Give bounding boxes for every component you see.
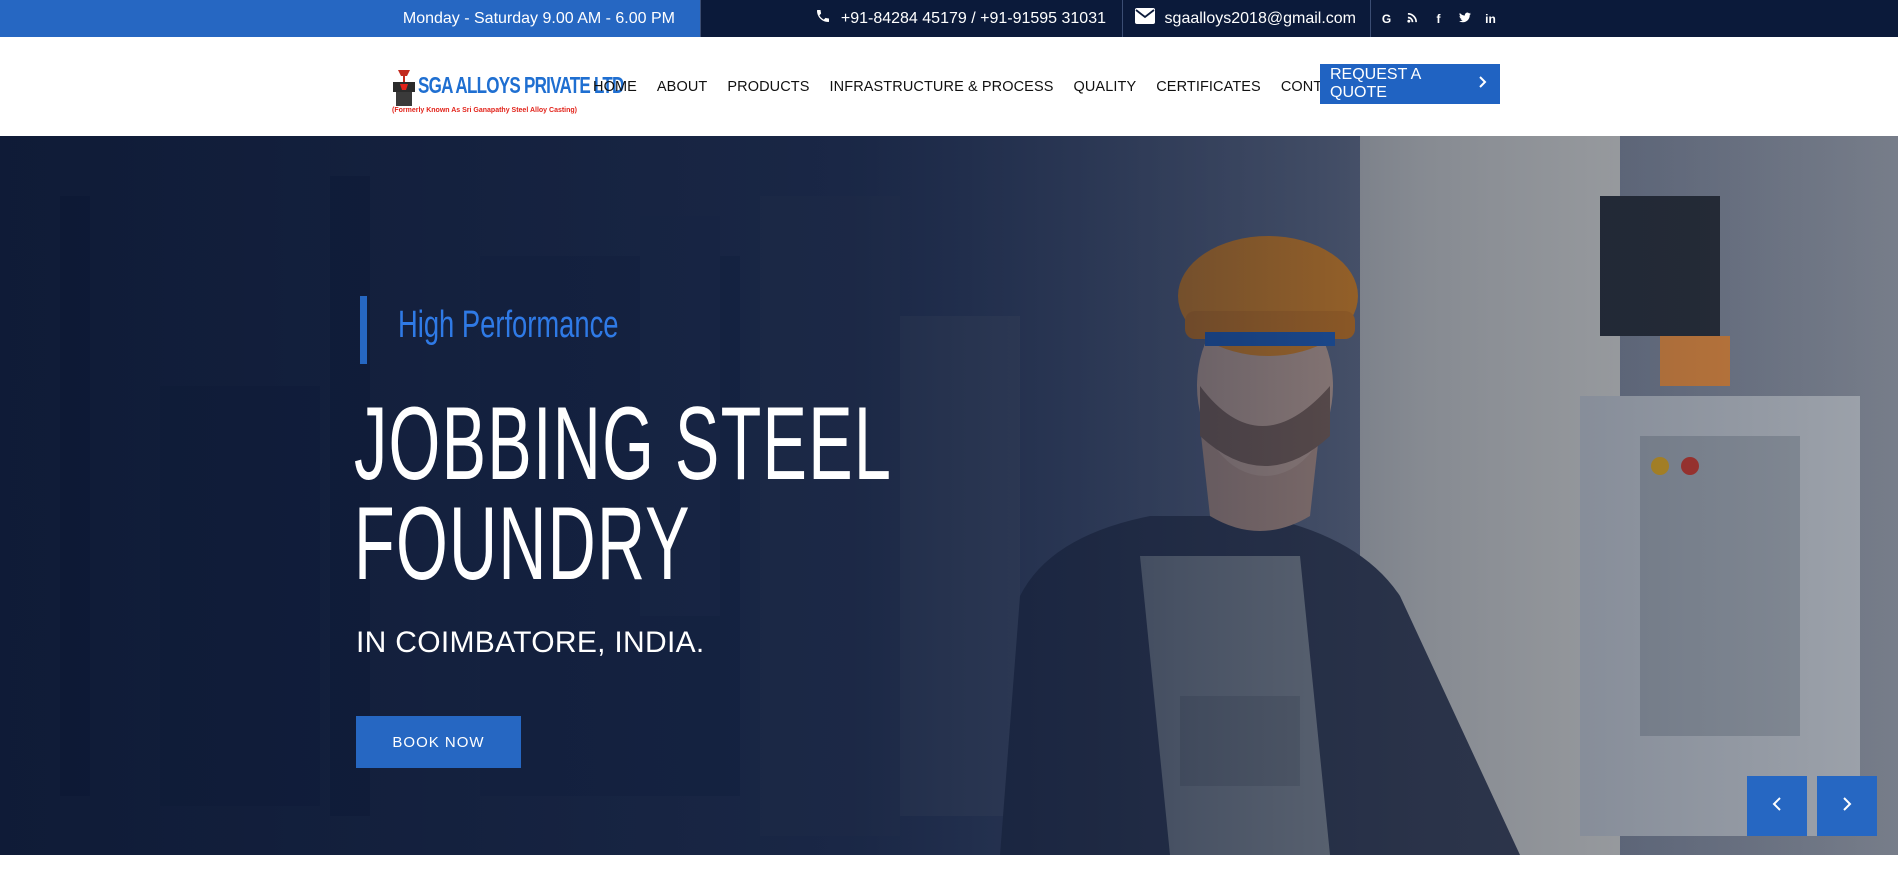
hero-subline: IN COIMBATORE, INDIA. — [356, 626, 705, 659]
book-now-label: BOOK NOW — [392, 733, 485, 751]
book-now-button[interactable]: BOOK NOW — [356, 716, 521, 768]
nav-home[interactable]: HOME — [583, 79, 647, 95]
main-nav: HOME ABOUT PRODUCTS INFRASTRUCTURE & PRO… — [583, 37, 1385, 136]
kicker-accent-bar — [360, 296, 367, 364]
company-logo[interactable]: SGA ALLOYS PRIVATE LTD (Formerly Known A… — [390, 64, 624, 119]
mail-icon — [1134, 8, 1155, 29]
social-links: G f in — [1370, 0, 1506, 37]
email-address[interactable]: sgaalloys2018@gmail.com — [1165, 10, 1356, 28]
hero-slider: High Performance JOBBING STEEL FOUNDRY I… — [0, 136, 1898, 855]
facebook-icon[interactable]: f — [1432, 12, 1446, 26]
nav-quality[interactable]: QUALITY — [1063, 79, 1146, 95]
phone-contact[interactable]: +91-84284 45179 / +91-91595 31031 — [700, 0, 1122, 37]
rss-icon[interactable] — [1406, 12, 1420, 26]
logo-subtitle: (Formerly Known As Sri Ganapathy Steel A… — [392, 107, 578, 114]
hero-overlay — [0, 136, 1898, 855]
hero-headline-line2: FOUNDRY — [354, 486, 691, 602]
nav-certificates[interactable]: CERTIFICATES — [1146, 79, 1271, 95]
chevron-right-icon — [1478, 75, 1488, 94]
hero-kicker: High Performance — [398, 304, 619, 346]
page-bottom-strip — [0, 855, 1898, 889]
hero-headline: JOBBING STEEL FOUNDRY — [354, 386, 893, 602]
linkedin-icon[interactable]: in — [1484, 12, 1498, 26]
request-quote-button[interactable]: REQUEST A QUOTE — [1320, 64, 1500, 104]
chevron-right-icon — [1841, 795, 1853, 818]
slider-next-button[interactable] — [1817, 776, 1877, 836]
twitter-icon[interactable] — [1458, 12, 1472, 26]
request-quote-label: REQUEST A QUOTE — [1330, 66, 1421, 101]
nav-about[interactable]: ABOUT — [647, 79, 717, 95]
hero-headline-line1: JOBBING STEEL — [354, 386, 893, 502]
site-header: SGA ALLOYS PRIVATE LTD (Formerly Known A… — [0, 37, 1898, 136]
slider-prev-button[interactable] — [1747, 776, 1807, 836]
email-contact[interactable]: sgaalloys2018@gmail.com — [1122, 0, 1370, 37]
chevron-left-icon — [1771, 795, 1783, 818]
business-hours: Monday - Saturday 9.00 AM - 6.00 PM — [0, 0, 700, 37]
phone-numbers[interactable]: +91-84284 45179 / +91-91595 31031 — [841, 10, 1106, 28]
phone-icon — [815, 8, 831, 29]
google-icon[interactable]: G — [1380, 12, 1394, 26]
business-hours-text: Monday - Saturday 9.00 AM - 6.00 PM — [402, 9, 675, 27]
nav-infrastructure-process[interactable]: INFRASTRUCTURE & PROCESS — [820, 79, 1064, 95]
foundry-logo-icon — [393, 70, 415, 106]
top-bar: Monday - Saturday 9.00 AM - 6.00 PM +91-… — [0, 0, 1898, 37]
nav-products[interactable]: PRODUCTS — [717, 79, 819, 95]
